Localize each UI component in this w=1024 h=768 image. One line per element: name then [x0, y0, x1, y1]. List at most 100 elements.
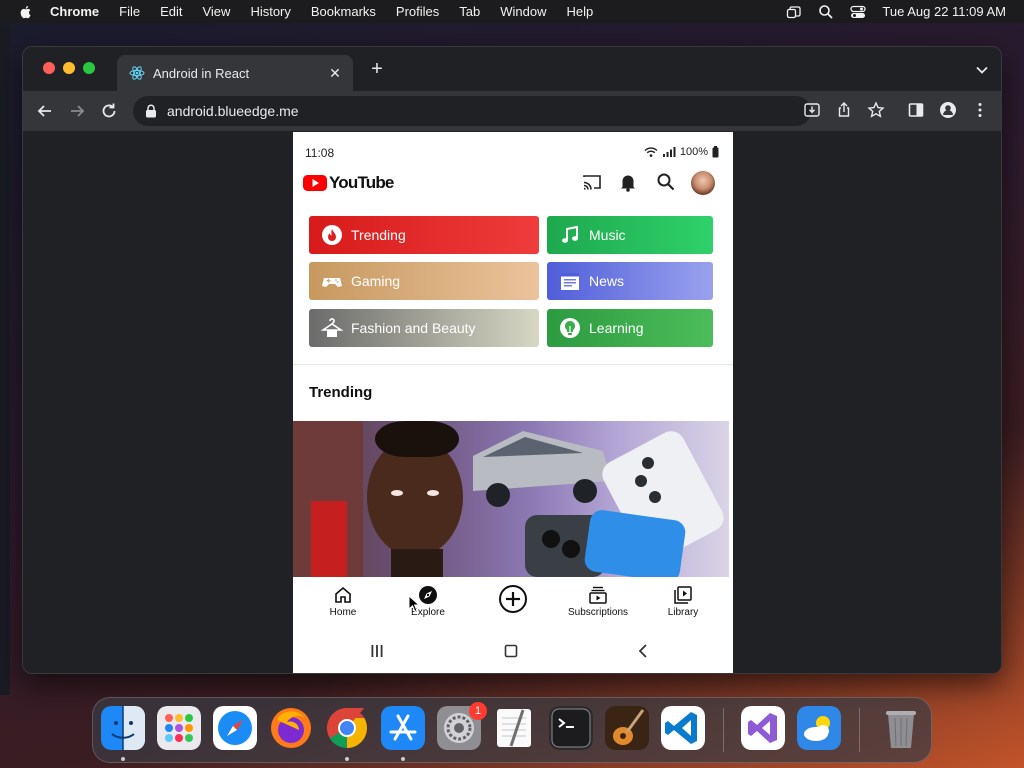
category-label: Learning	[589, 320, 644, 336]
menu-bar: Chrome File Edit View History Bookmarks …	[0, 0, 1024, 23]
side-panel-icon[interactable]	[907, 101, 925, 119]
menu-view[interactable]: View	[202, 4, 230, 19]
finder-icon[interactable]	[101, 706, 145, 750]
lock-icon[interactable]	[145, 104, 157, 118]
mouse-cursor-icon	[408, 595, 420, 613]
compass-icon	[419, 586, 437, 604]
home-square-icon[interactable]	[503, 643, 519, 659]
menu-history[interactable]: History	[250, 4, 290, 19]
trash-icon[interactable]	[879, 706, 923, 750]
category-learning[interactable]: Learning	[547, 309, 713, 347]
battery-icon	[712, 146, 719, 158]
browser-toolbar: android.blueedge.me	[23, 91, 1001, 131]
terminal-icon[interactable]	[549, 706, 593, 750]
nav-explore[interactable]: Explore	[388, 585, 468, 618]
install-app-icon[interactable]	[803, 101, 821, 119]
section-title-trending: Trending	[309, 384, 373, 401]
search-icon[interactable]	[655, 171, 677, 193]
profile-icon[interactable]	[939, 101, 957, 119]
android-status-bar: 11:08 100%	[293, 132, 733, 172]
close-window-button[interactable]	[43, 62, 55, 74]
running-indicator	[345, 757, 349, 761]
hanger-icon	[321, 318, 343, 337]
chrome-icon[interactable]	[325, 706, 369, 750]
youtube-header: YouTube	[293, 168, 733, 212]
url-text[interactable]: android.blueedge.me	[167, 103, 299, 119]
spotlight-search-icon[interactable]	[818, 4, 834, 20]
menubar-clock[interactable]: Tue Aug 22 11:09 AM	[882, 4, 1006, 19]
category-news[interactable]: News	[547, 262, 713, 300]
nav-create[interactable]	[473, 585, 553, 616]
reload-icon[interactable]	[99, 101, 119, 121]
stage-manager-icon[interactable]	[786, 4, 802, 20]
section-divider	[293, 364, 733, 365]
forward-icon[interactable]	[67, 101, 87, 121]
youtube-play-icon	[303, 175, 327, 191]
tab-android-in-react[interactable]: Android in React ✕	[117, 55, 353, 91]
menu-profiles[interactable]: Profiles	[396, 4, 439, 19]
menu-window[interactable]: Window	[500, 4, 546, 19]
bookmark-star-icon[interactable]	[867, 101, 885, 119]
category-trending[interactable]: Trending	[309, 216, 539, 254]
visual-studio-icon[interactable]	[741, 706, 785, 750]
recent-apps-icon[interactable]	[369, 643, 385, 659]
apple-icon[interactable]	[18, 4, 34, 20]
library-icon	[674, 586, 692, 604]
account-avatar[interactable]	[691, 171, 715, 195]
app-store-icon[interactable]	[381, 706, 425, 750]
newspaper-icon	[561, 273, 579, 290]
launchpad-icon[interactable]	[157, 706, 201, 750]
dock-separator	[723, 708, 724, 752]
add-circle-icon	[499, 585, 527, 613]
running-indicator	[401, 757, 405, 761]
youtube-bottom-nav: Home Explore Subscriptions Library	[293, 577, 733, 629]
chrome-window: Android in React ✕ + android.blueedge.me…	[22, 46, 1002, 674]
back-icon[interactable]	[35, 101, 55, 121]
address-bar[interactable]: android.blueedge.me	[133, 96, 811, 126]
menu-bookmarks[interactable]: Bookmarks	[311, 4, 376, 19]
tab-search-chevron-icon[interactable]	[975, 63, 989, 77]
battery-percent: 100%	[679, 146, 708, 158]
menu-edit[interactable]: Edit	[160, 4, 182, 19]
weather-icon[interactable]	[797, 706, 841, 750]
category-fashion-and-beauty[interactable]: Fashion and Beauty	[309, 309, 539, 347]
android-screen: 11:08 100% YouTube Trending Music Gaming…	[293, 132, 733, 673]
vscode-icon[interactable]	[661, 706, 705, 750]
nav-home[interactable]: Home	[303, 585, 383, 618]
nav-label: Subscriptions	[567, 607, 629, 618]
menu-app-chrome[interactable]: Chrome	[50, 4, 99, 19]
more-options-icon[interactable]	[971, 101, 989, 119]
youtube-wordmark: YouTube	[329, 173, 394, 192]
desktop-background	[0, 23, 10, 695]
dock-separator	[859, 708, 860, 752]
category-music[interactable]: Music	[547, 216, 713, 254]
menu-help[interactable]: Help	[567, 4, 594, 19]
close-tab-icon[interactable]: ✕	[327, 65, 343, 81]
category-gaming[interactable]: Gaming	[309, 262, 539, 300]
nav-library[interactable]: Library	[643, 585, 723, 618]
nav-subscriptions[interactable]: Subscriptions	[558, 585, 638, 618]
nav-label: Library	[667, 607, 699, 618]
category-label: Music	[589, 227, 626, 243]
music-note-icon	[562, 225, 578, 243]
category-grid: Trending Music Gaming News Fashion and B…	[309, 216, 713, 350]
share-icon[interactable]	[835, 101, 853, 119]
notifications-bell-icon[interactable]	[617, 171, 639, 193]
android-navigation-bar	[293, 629, 733, 673]
menu-file[interactable]: File	[119, 4, 140, 19]
youtube-logo[interactable]: YouTube	[303, 173, 394, 193]
garageband-icon[interactable]	[605, 706, 649, 750]
menu-tab[interactable]: Tab	[459, 4, 480, 19]
back-chevron-icon[interactable]	[635, 643, 651, 659]
minimize-window-button[interactable]	[63, 62, 75, 74]
fullscreen-window-button[interactable]	[83, 62, 95, 74]
firefox-icon[interactable]	[269, 706, 313, 750]
cast-icon[interactable]	[581, 171, 603, 193]
tab-title: Android in React	[153, 65, 250, 81]
safari-icon[interactable]	[213, 706, 257, 750]
video-thumbnail[interactable]	[293, 421, 729, 577]
control-center-icon[interactable]	[850, 4, 867, 20]
new-tab-button[interactable]: +	[369, 59, 385, 79]
react-icon	[129, 66, 145, 80]
textedit-icon[interactable]	[493, 706, 537, 750]
